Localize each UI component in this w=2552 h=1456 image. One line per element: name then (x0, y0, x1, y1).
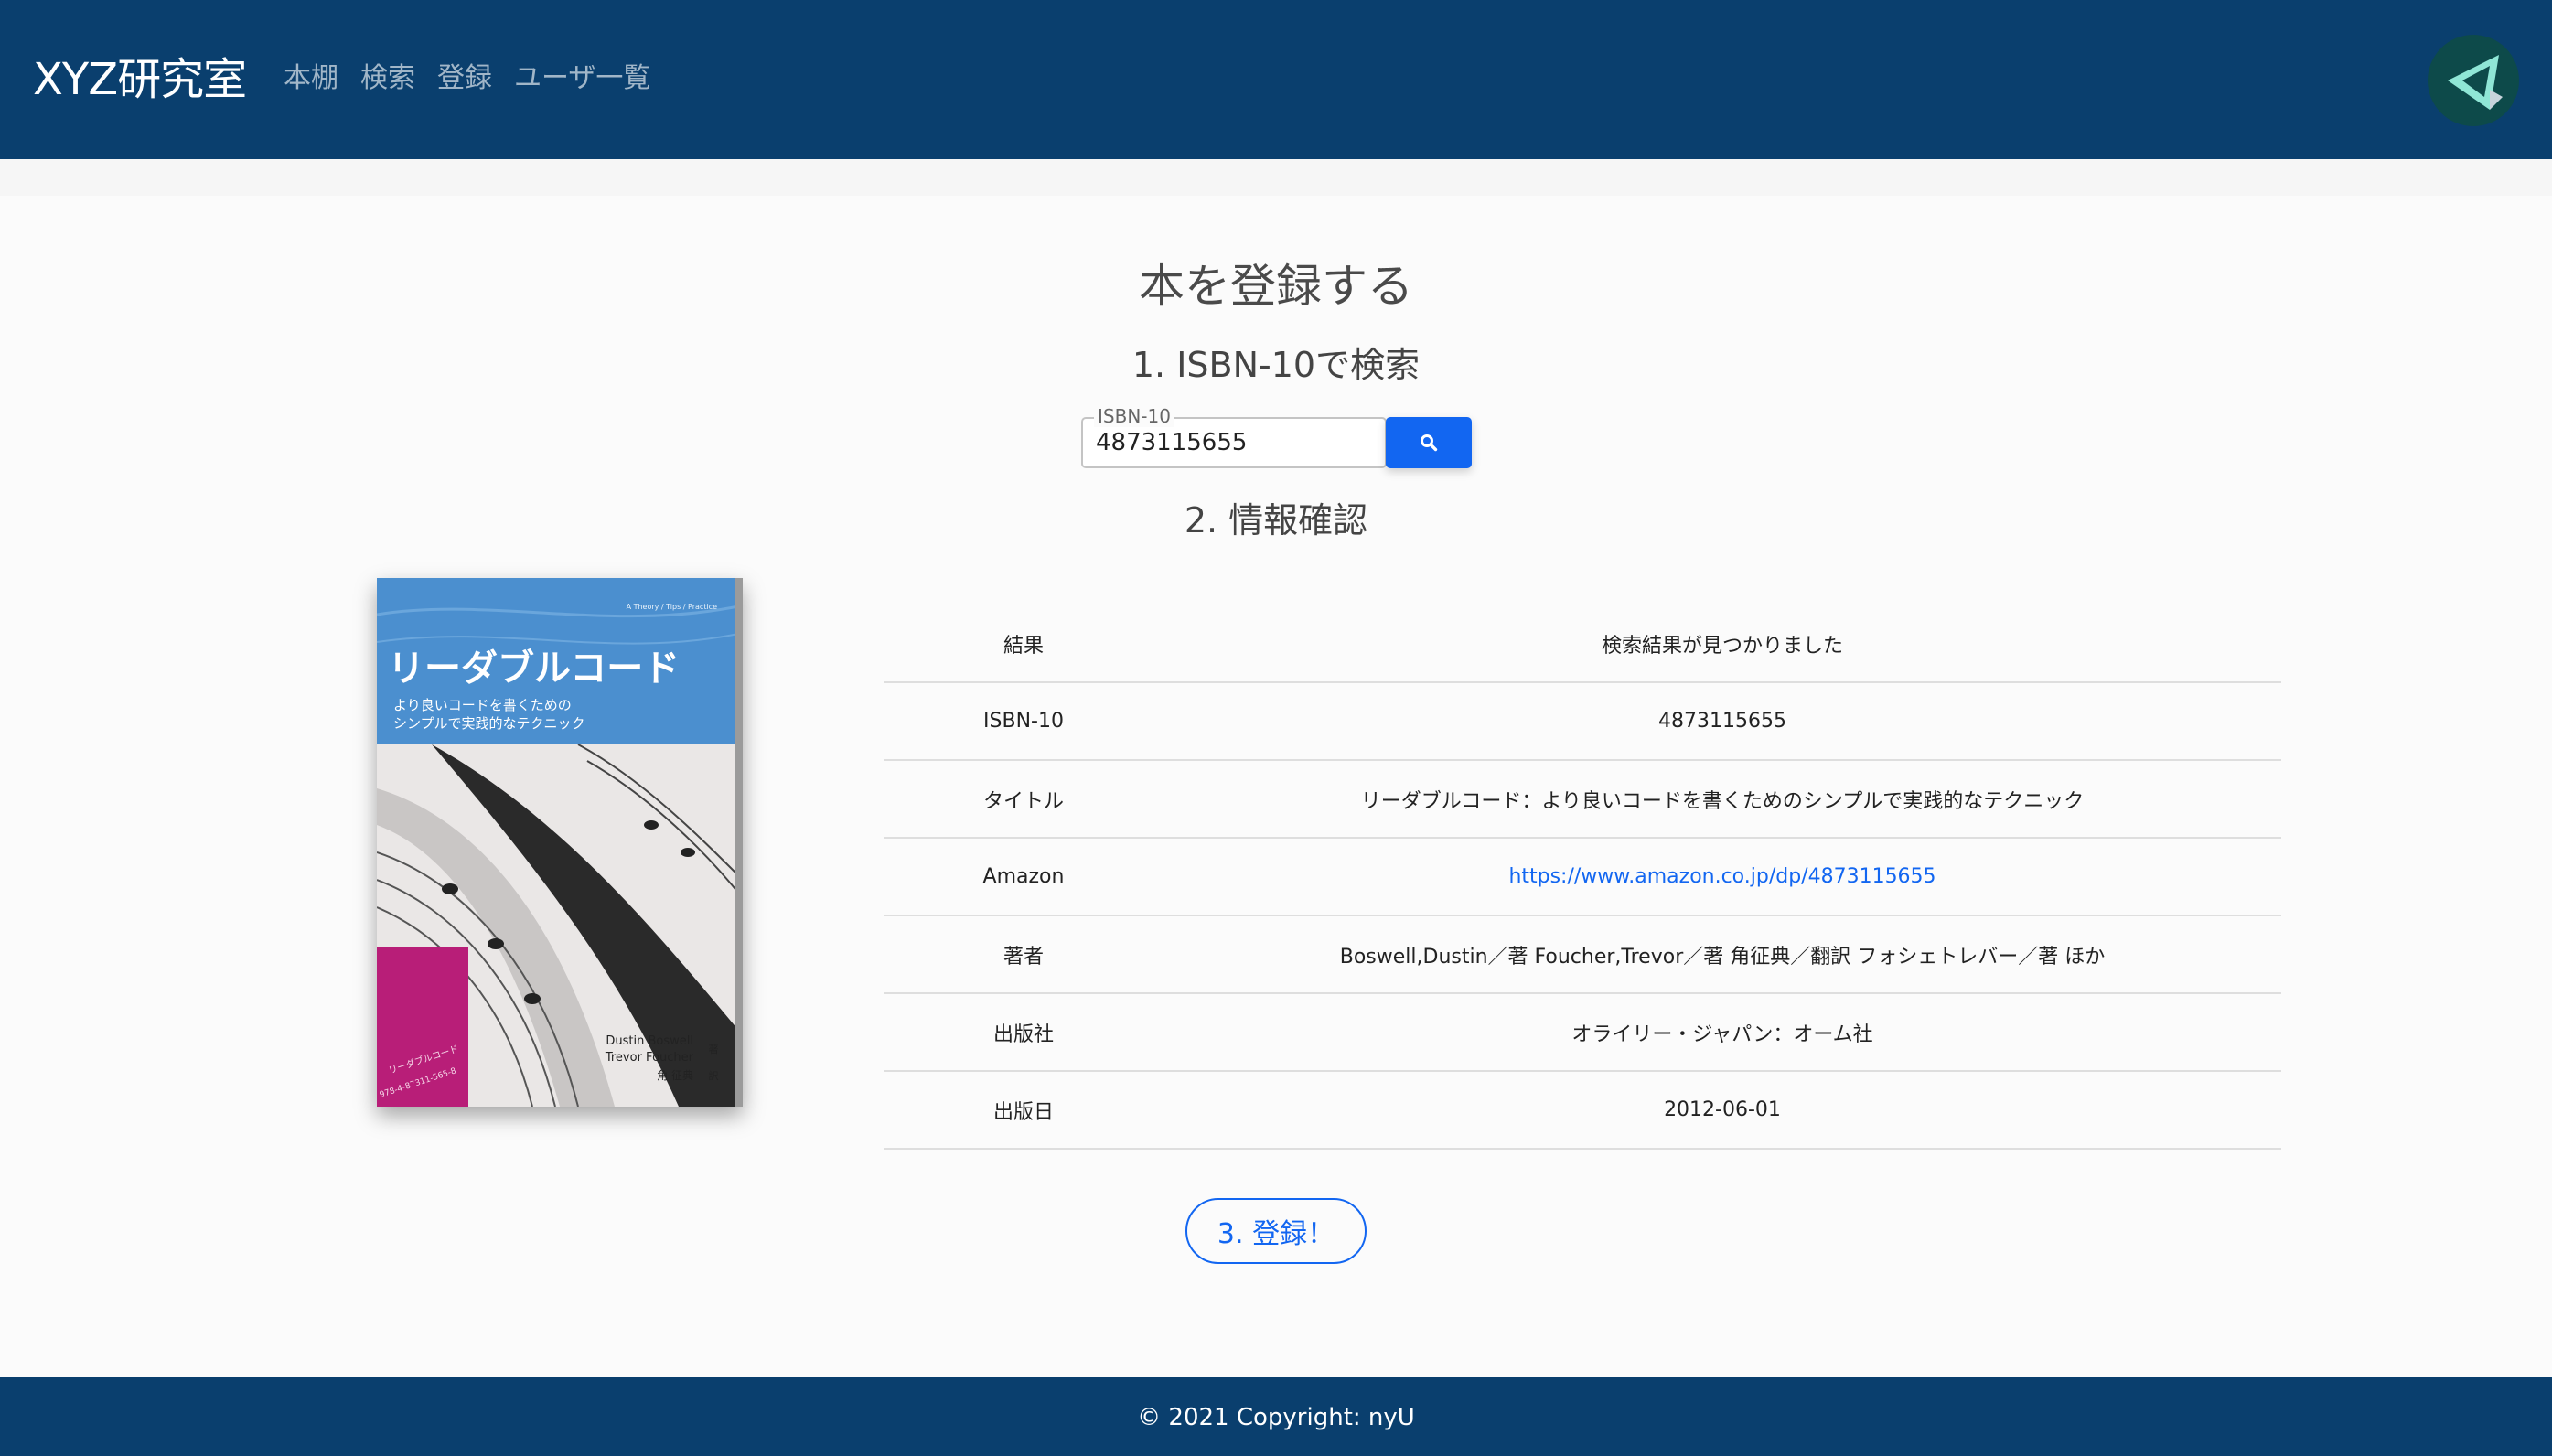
table-row: 結果 検索結果が見つかりました (884, 605, 2281, 683)
search-button[interactable] (1386, 417, 1472, 468)
table-row: ISBN-10 4873115655 (884, 682, 2281, 761)
cover-author2: Trevor Foucher (605, 1051, 694, 1065)
row-key: タイトル (884, 760, 1163, 839)
row-value: 検索結果が見つかりました (1163, 605, 2281, 683)
navbar-shadow-strip (0, 159, 2552, 196)
cover-translator: 角 征典 (657, 1069, 693, 1082)
nav-link-bookshelf[interactable]: 本棚 (284, 59, 338, 99)
cover-translator-mark: 訳 (709, 1069, 719, 1082)
register-button[interactable]: 3. 登録！ (1185, 1198, 1367, 1264)
cover-author-mark: 著 (709, 1043, 719, 1055)
isbn-input[interactable] (1096, 426, 1370, 459)
table-row: 出版社 オライリー・ジャパン：オーム社 (884, 993, 2281, 1072)
cover-series: A Theory / Tips / Practice (627, 603, 718, 611)
row-key: 出版日 (884, 1071, 1163, 1150)
table-row: 出版日 2012-06-01 (884, 1071, 2281, 1150)
cover-subtitle-line1: より良いコードを書くための (393, 697, 572, 713)
result-table: 結果 検索結果が見つかりました ISBN-10 4873115655 タイトル … (884, 605, 2281, 1150)
triangle-logo-icon[interactable] (2426, 33, 2521, 128)
row-key: 著者 (884, 915, 1163, 994)
brand-link[interactable]: XYZ研究室 (33, 50, 247, 109)
step2-title: 2. 情報確認 (1184, 500, 1368, 541)
row-value: 4873115655 (1163, 682, 2281, 761)
row-value: リーダブルコード：より良いコードを書くためのシンプルで実践的なテクニック (1163, 760, 2281, 839)
search-icon (1421, 434, 1438, 452)
table-row: タイトル リーダブルコード：より良いコードを書くためのシンプルで実践的なテクニッ… (884, 760, 2281, 839)
amazon-link[interactable]: https://www.amazon.co.jp/dp/4873115655 (1508, 865, 1935, 888)
step1-title: 1. ISBN-10で検索 (1131, 345, 1421, 385)
book-cover-art: A Theory / Tips / Practice リーダブルコード より良い… (377, 578, 743, 1107)
row-key: Amazon (884, 838, 1163, 916)
row-key: 結果 (884, 605, 1163, 683)
footer: © 2021 Copyright: nyU (0, 1377, 2552, 1456)
nav-link-users[interactable]: ユーザ一覧 (514, 59, 650, 99)
row-value: https://www.amazon.co.jp/dp/4873115655 (1163, 838, 2281, 916)
isbn-field: ISBN-10 (1081, 405, 1387, 468)
cover-title: リーダブルコード (388, 648, 680, 690)
nav-link-search[interactable]: 検索 (360, 59, 415, 99)
table-row: 著者 Boswell,Dustin／著 Foucher,Trevor／著 角征典… (884, 915, 2281, 994)
nav-link-register[interactable]: 登録 (437, 59, 492, 99)
cover-author1: Dustin Boswell (606, 1034, 693, 1048)
row-key: ISBN-10 (884, 682, 1163, 761)
navbar: XYZ研究室 本棚 検索 登録 ユーザ一覧 (0, 0, 2552, 159)
page-title: 本を登録する (1139, 260, 1413, 313)
isbn-label: ISBN-10 (1094, 405, 1174, 427)
row-value: 2012-06-01 (1163, 1071, 2281, 1150)
nav-links: 本棚 検索 登録 ユーザ一覧 (284, 59, 650, 99)
footer-copyright: © 2021 Copyright: nyU (1137, 1404, 1415, 1431)
table-row: Amazon https://www.amazon.co.jp/dp/48731… (884, 838, 2281, 916)
book-cover-image: A Theory / Tips / Practice リーダブルコード より良い… (377, 578, 743, 1107)
row-value: オライリー・ジャパン：オーム社 (1163, 993, 2281, 1072)
row-key: 出版社 (884, 993, 1163, 1072)
row-value: Boswell,Dustin／著 Foucher,Trevor／著 角征典／翻訳… (1163, 915, 2281, 994)
cover-subtitle-line2: シンプルで実践的なテクニック (393, 715, 585, 732)
